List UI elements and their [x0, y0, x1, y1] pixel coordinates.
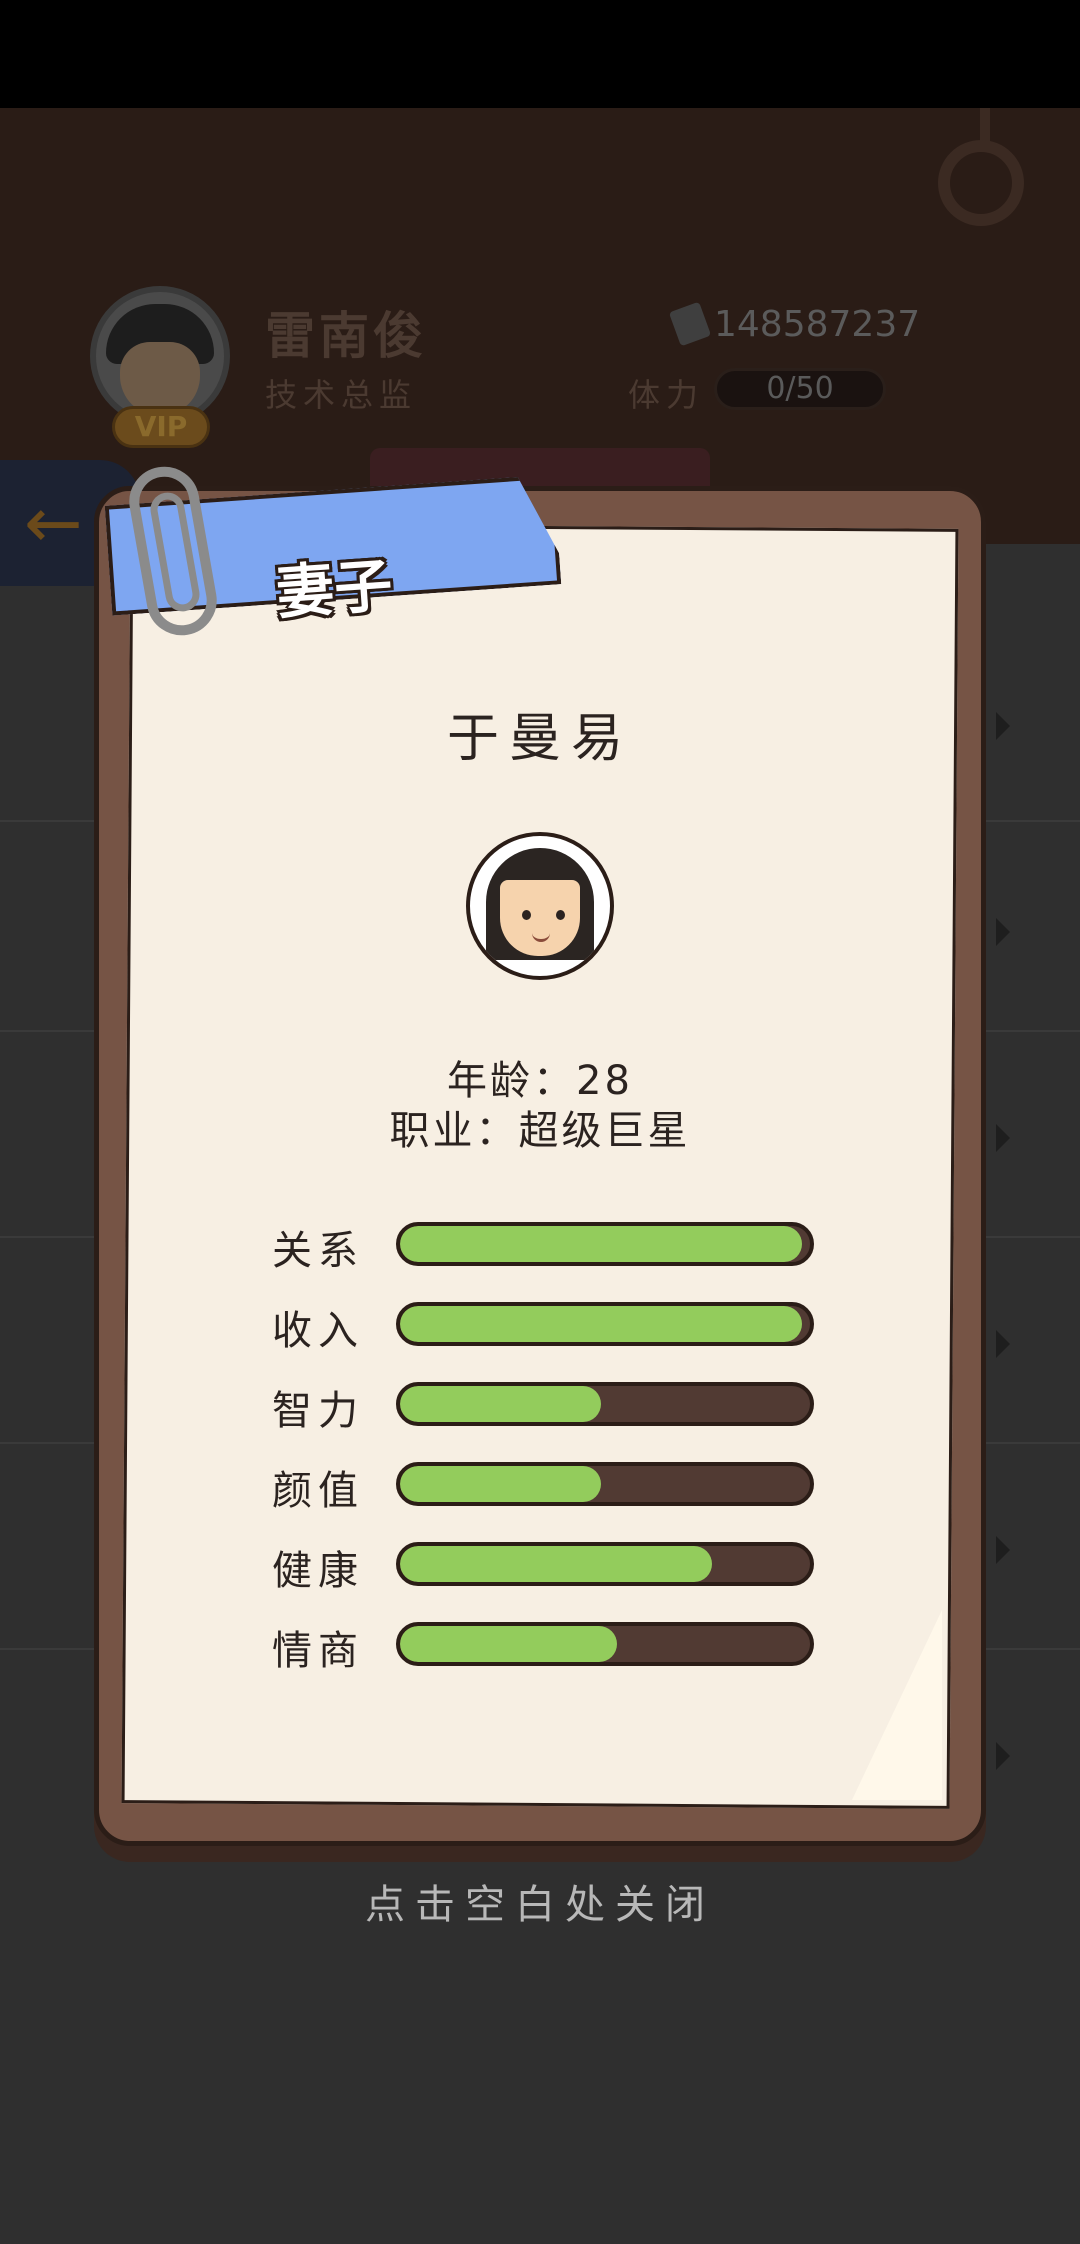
stat-bar-fill: [400, 1386, 601, 1422]
player-role: 技术总监: [265, 376, 418, 414]
stamina-label: 体力: [628, 376, 705, 414]
stat-bar: [396, 1542, 814, 1586]
job-line: 职业：超级巨星: [389, 1108, 691, 1154]
stat-bar: [396, 1222, 814, 1266]
stamina-bar: 0/50: [714, 368, 886, 410]
stat-bar-fill: [400, 1226, 802, 1262]
stat-bar-fill: [400, 1546, 712, 1582]
stat-label: 收入: [272, 1308, 364, 1354]
avatar-face: [120, 342, 200, 416]
stat-label: 智力: [272, 1388, 364, 1434]
stat-bar-fill: [400, 1626, 618, 1662]
vip-badge[interactable]: VIP: [112, 406, 210, 448]
stat-bar: [396, 1462, 814, 1506]
stat-label: 健康: [272, 1548, 364, 1594]
person-name: 于曼易: [446, 709, 633, 769]
portrait-eye: [522, 910, 531, 920]
hanger-ring-icon: [938, 140, 1024, 226]
close-hint[interactable]: 点击空白处关闭: [0, 1872, 1080, 1930]
chevron-right-icon: [996, 918, 1010, 946]
stat-bar: [396, 1382, 814, 1426]
player-avatar[interactable]: [90, 286, 230, 426]
chevron-right-icon: [996, 1536, 1010, 1564]
status-bar: [0, 0, 1080, 108]
stat-label: 关系: [272, 1228, 364, 1274]
stat-bar-fill: [400, 1466, 601, 1502]
back-arrow-icon: ←: [24, 482, 83, 564]
stat-label: 颜值: [272, 1468, 364, 1514]
chevron-right-icon: [996, 1330, 1010, 1358]
stat-bar: [396, 1622, 814, 1666]
player-name: 雷南俊: [265, 307, 427, 365]
stat-bar: [396, 1302, 814, 1346]
stat-label: 情商: [272, 1628, 364, 1674]
person-avatar: [466, 832, 614, 980]
portrait-eye: [556, 910, 565, 920]
portrait-face: [500, 880, 580, 956]
relation-tag-label: 妻子: [274, 551, 395, 627]
stat-bar-fill: [400, 1306, 802, 1342]
money-amount: 148587237: [714, 304, 921, 345]
chevron-right-icon: [996, 1742, 1010, 1770]
